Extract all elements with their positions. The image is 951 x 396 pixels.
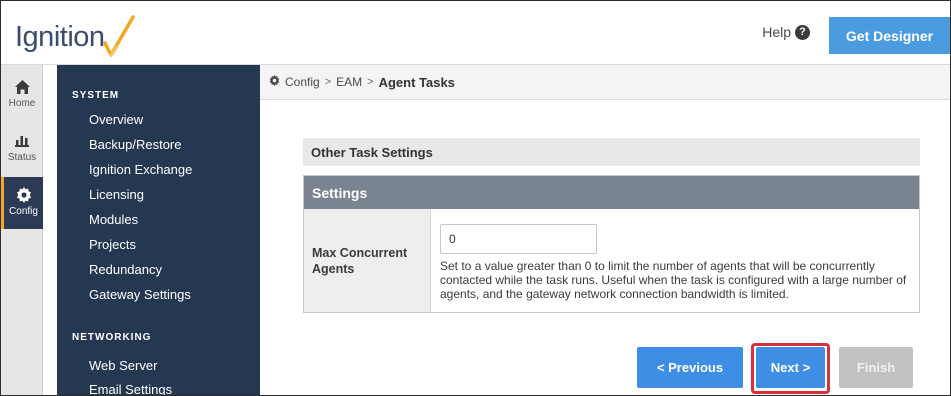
sidebar-item-gateway-settings[interactable]: Gateway Settings bbox=[89, 287, 191, 302]
breadcrumb-config[interactable]: Config bbox=[285, 75, 320, 89]
sidebar-item-backup-restore[interactable]: Backup/Restore bbox=[89, 137, 182, 152]
settings-panel: Settings Max Concurrent Agents Set to a … bbox=[303, 175, 920, 313]
question-circle-icon: ? bbox=[795, 24, 810, 40]
sidebar-item-modules[interactable]: Modules bbox=[89, 212, 138, 227]
bar-chart-icon bbox=[14, 133, 30, 149]
settings-row: Max Concurrent Agents Set to a value gre… bbox=[304, 209, 919, 312]
breadcrumb-eam[interactable]: EAM bbox=[336, 75, 362, 89]
rail-item-home[interactable]: Home bbox=[1, 69, 43, 121]
rail-label-status: Status bbox=[7, 152, 37, 163]
sidebar-item-ignition-exchange[interactable]: Ignition Exchange bbox=[89, 162, 192, 177]
sidebar-section-networking: NETWORKING bbox=[72, 332, 152, 343]
gear-icon bbox=[16, 187, 32, 203]
logo-mark-icon bbox=[102, 15, 135, 57]
previous-button[interactable]: < Previous bbox=[637, 347, 743, 388]
rail-label-home: Home bbox=[8, 98, 36, 109]
top-bar: Ignition Help ? Get Designer bbox=[1, 1, 950, 65]
gear-icon bbox=[269, 75, 280, 89]
sidebar-item-email-settings[interactable]: Email Settings bbox=[89, 382, 172, 395]
next-button[interactable]: Next > bbox=[756, 347, 825, 388]
sidebar-item-redundancy[interactable]: Redundancy bbox=[89, 262, 162, 277]
sidebar-item-overview[interactable]: Overview bbox=[89, 112, 143, 127]
max-concurrent-agents-input[interactable] bbox=[440, 224, 597, 254]
rail-item-config[interactable]: Config bbox=[1, 177, 43, 229]
breadcrumb-current: Agent Tasks bbox=[378, 74, 455, 90]
icon-rail: Home Status Config bbox=[1, 65, 43, 395]
breadcrumb: Config > EAM > Agent Tasks bbox=[260, 65, 950, 100]
max-concurrent-agents-cell: Set to a value greater than 0 to limit t… bbox=[432, 209, 919, 312]
settings-header: Settings bbox=[304, 176, 919, 209]
finish-button[interactable]: Finish bbox=[839, 347, 913, 388]
home-icon bbox=[14, 79, 30, 95]
config-sidebar: SYSTEM Overview Backup/Restore Ignition … bbox=[57, 65, 260, 395]
get-designer-button[interactable]: Get Designer bbox=[829, 17, 950, 54]
app-window: Ignition Help ? Get Designer Home Status bbox=[0, 0, 951, 396]
sidebar-item-projects[interactable]: Projects bbox=[89, 237, 136, 252]
sidebar-item-licensing[interactable]: Licensing bbox=[89, 187, 144, 202]
max-concurrent-agents-help: Set to a value greater than 0 to limit t… bbox=[440, 259, 907, 301]
sidebar-item-web-server[interactable]: Web Server bbox=[89, 358, 157, 373]
max-concurrent-agents-label: Max Concurrent Agents bbox=[304, 209, 431, 312]
ignition-logo[interactable]: Ignition bbox=[15, 11, 139, 57]
breadcrumb-separator: > bbox=[324, 76, 332, 88]
help-label: Help bbox=[762, 24, 791, 40]
section-title: Other Task Settings bbox=[303, 138, 920, 166]
sidebar-section-system: SYSTEM bbox=[72, 90, 120, 101]
logo-text: Ignition bbox=[15, 21, 105, 53]
help-link[interactable]: Help ? bbox=[762, 24, 810, 40]
rail-label-config: Config bbox=[9, 206, 38, 217]
rail-item-status[interactable]: Status bbox=[1, 123, 43, 175]
breadcrumb-separator: > bbox=[367, 76, 374, 88]
